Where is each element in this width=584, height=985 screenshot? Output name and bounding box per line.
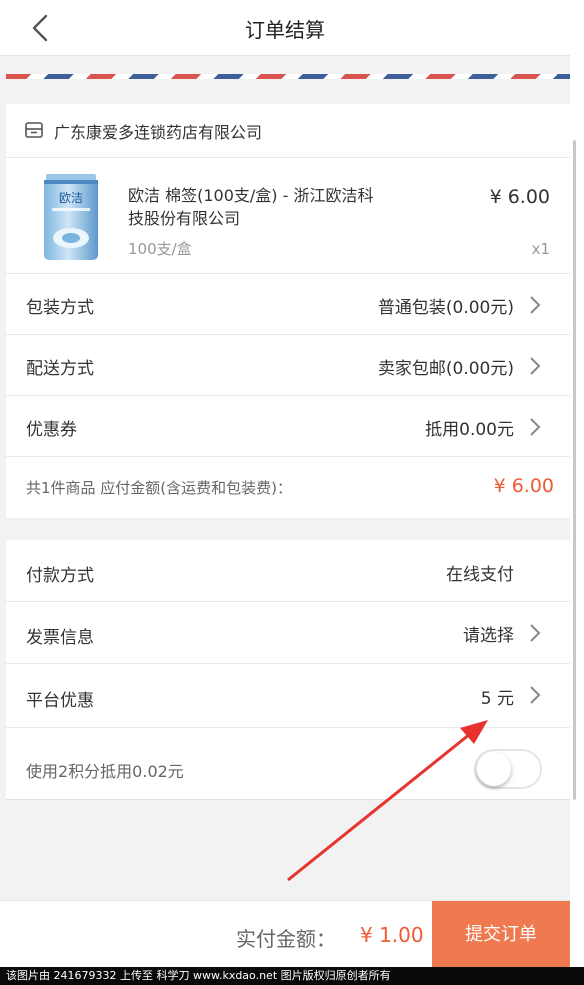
product-name-line2: 技股份有限公司 bbox=[128, 209, 241, 228]
coupon-label: 优惠券 bbox=[26, 420, 77, 440]
product-row[interactable]: 欧洁 欧洁 棉签(100支/盒) - 浙江欧洁科 技股份有限公司 100支/盒 … bbox=[6, 158, 570, 274]
toggle-knob bbox=[477, 752, 511, 786]
delivery-label: 配送方式 bbox=[26, 359, 94, 379]
packaging-label: 包装方式 bbox=[26, 298, 94, 318]
payment-section: 付款方式 在线支付 发票信息 请选择 平台优惠 5 元 使用2积分抵用0.02元 bbox=[6, 540, 570, 800]
address-divider bbox=[0, 56, 570, 104]
delivery-value: 卖家包邮(0.00元) bbox=[377, 359, 514, 379]
payment-method-label: 付款方式 bbox=[26, 566, 94, 586]
invoice-label: 发票信息 bbox=[26, 628, 94, 648]
packaging-value: 普通包装(0.00元) bbox=[377, 298, 514, 318]
points-toggle[interactable] bbox=[474, 749, 542, 789]
chevron-right-icon bbox=[530, 296, 541, 314]
points-label: 使用2积分抵用0.02元 bbox=[26, 762, 184, 781]
submit-order-button[interactable]: 提交订单 bbox=[432, 901, 570, 967]
coupon-value: 抵用0.00元 bbox=[425, 420, 514, 440]
chevron-right-icon bbox=[530, 624, 541, 642]
chevron-right-icon bbox=[530, 357, 541, 375]
airmail-stripe bbox=[6, 74, 570, 79]
scrollbar-track[interactable] bbox=[570, 0, 584, 967]
order-summary-row: 共1件商品 应付金额(含运费和包装费)： ¥ 6.00 bbox=[6, 457, 570, 518]
platform-discount-value: 5 元 bbox=[480, 689, 514, 709]
product-price: ¥ 6.00 bbox=[489, 186, 550, 208]
scrollbar-thumb[interactable] bbox=[573, 140, 576, 800]
points-row: 使用2积分抵用0.02元 bbox=[6, 728, 570, 800]
invoice-row[interactable]: 发票信息 请选择 bbox=[6, 602, 570, 664]
payment-method-row[interactable]: 付款方式 在线支付 bbox=[6, 540, 570, 602]
chevron-right-icon bbox=[530, 418, 541, 436]
pay-amount-label: 实付金额： bbox=[236, 927, 336, 951]
store-name: 广东康爱多连锁药店有限公司 bbox=[54, 123, 263, 142]
checkout-footer: 实付金额： ¥ 1.00 提交订单 bbox=[0, 900, 570, 967]
chevron-right-icon bbox=[530, 686, 541, 704]
product-quantity: x1 bbox=[531, 240, 550, 258]
summary-amount: ¥ 6.00 bbox=[493, 475, 554, 497]
platform-discount-row[interactable]: 平台优惠 5 元 bbox=[6, 664, 570, 728]
product-image: 欧洁 bbox=[44, 174, 98, 260]
payment-method-value: 在线支付 bbox=[446, 565, 514, 585]
order-checkout-screen: 订单结算 广东康爱多连锁药店有限公司 欧洁 欧洁 棉签(100支/盒) - 浙江… bbox=[0, 0, 570, 967]
watermark-bar: 该图片由 241679332 上传至 科学刀 www.kxdao.net 图片版… bbox=[0, 967, 584, 985]
nav-bar: 订单结算 bbox=[0, 0, 570, 56]
product-image-brand: 欧洁 bbox=[59, 191, 83, 205]
pay-amount-value: ¥ 1.00 bbox=[360, 923, 424, 947]
invoice-value: 请选择 bbox=[463, 626, 514, 646]
product-name-line1: 欧洁 棉签(100支/盒) - 浙江欧洁科 bbox=[128, 186, 374, 205]
coupon-option-row[interactable]: 优惠券 抵用0.00元 bbox=[6, 396, 570, 457]
platform-discount-label: 平台优惠 bbox=[26, 691, 94, 711]
product-name: 欧洁 棉签(100支/盒) - 浙江欧洁科 技股份有限公司 bbox=[128, 184, 428, 230]
summary-text: 共1件商品 应付金额(含运费和包装费)： bbox=[26, 479, 293, 497]
page-title: 订单结算 bbox=[245, 18, 325, 42]
delivery-option-row[interactable]: 配送方式 卖家包邮(0.00元) bbox=[6, 335, 570, 396]
product-spec: 100支/盒 bbox=[128, 240, 192, 258]
packaging-option-row[interactable]: 包装方式 普通包装(0.00元) bbox=[6, 274, 570, 335]
store-row[interactable]: 广东康爱多连锁药店有限公司 bbox=[6, 104, 570, 158]
store-icon bbox=[25, 122, 43, 138]
order-items-section: 广东康爱多连锁药店有限公司 欧洁 欧洁 棉签(100支/盒) - 浙江欧洁科 技… bbox=[6, 104, 570, 518]
